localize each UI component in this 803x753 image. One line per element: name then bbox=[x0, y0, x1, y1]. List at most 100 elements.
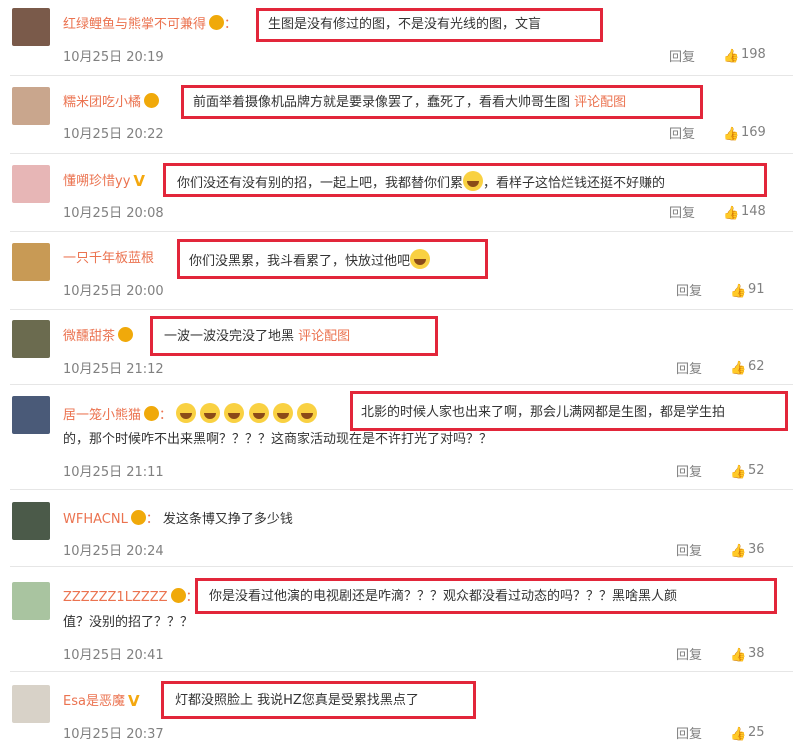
like-button[interactable]: 👍 91 bbox=[730, 282, 765, 299]
username-link[interactable]: Esa是恶魔 bbox=[63, 694, 125, 709]
comment-time: 10月25日 20:08 bbox=[63, 206, 164, 221]
avatar[interactable] bbox=[12, 165, 50, 203]
reply-button[interactable]: 回复 bbox=[676, 723, 702, 742]
thumbs-up-icon: 👍 bbox=[723, 49, 740, 64]
divider bbox=[10, 671, 793, 672]
like-button[interactable]: 👍 198 bbox=[723, 47, 766, 64]
comment-text-body: 前面举着摄像机品牌方就是要录像罢了，蠢死了，看看大帅哥生图 bbox=[193, 95, 571, 110]
sweat-emoji-icon bbox=[410, 249, 431, 269]
member-crown-icon bbox=[144, 93, 160, 108]
sweat-emoji-icon bbox=[463, 171, 484, 191]
like-count: 169 bbox=[741, 125, 766, 140]
comment-time: 10月25日 20:24 bbox=[63, 544, 164, 559]
avatar[interactable] bbox=[12, 502, 50, 540]
colon: ： bbox=[145, 512, 159, 527]
thumbs-up-icon: 👍 bbox=[730, 284, 747, 299]
comment-item: 糯米团吃小橘 前面举着摄像机品牌方就是要录像罢了，蠢死了，看看大帅哥生图 评论配… bbox=[0, 77, 803, 154]
laugh-emoji-icon bbox=[176, 403, 197, 423]
reply-button[interactable]: 回复 bbox=[676, 358, 702, 377]
like-count: 25 bbox=[748, 725, 765, 740]
like-count: 52 bbox=[748, 463, 765, 478]
comment-text: 生图是没有修过的图，不是没有光线的图，文盲 bbox=[268, 17, 542, 32]
like-button[interactable]: 👍 36 bbox=[730, 542, 765, 559]
comment-text: 你们没黑累，我斗看累了，快放过他吧 bbox=[189, 249, 431, 272]
thumbs-up-icon: 👍 bbox=[730, 727, 747, 742]
avatar[interactable] bbox=[12, 243, 50, 281]
laugh-emoji-icon bbox=[248, 403, 269, 423]
member-crown-icon bbox=[170, 588, 186, 603]
avatar[interactable] bbox=[12, 320, 50, 358]
username-link[interactable]: 一只千年板蓝根 bbox=[63, 251, 154, 266]
comment-text-body: 你们没还有没有别的招，一起上吧，我都替你们累 bbox=[177, 176, 464, 191]
like-count: 62 bbox=[748, 359, 765, 374]
reply-button[interactable]: 回复 bbox=[676, 461, 702, 480]
like-button[interactable]: 👍 38 bbox=[730, 646, 765, 663]
vip-v-icon: V bbox=[127, 692, 140, 710]
comment-text: 灯都没照脸上 我说HZ您真是受累找黑点了 bbox=[175, 693, 419, 708]
comment-item: ZZZZZZ1LZZZZ： 你是没看过他演的电视剧还是咋滴？？？观众都没看过动态… bbox=[0, 568, 803, 672]
comment-image-link[interactable]: 评论配图 bbox=[298, 329, 350, 344]
member-crown-icon bbox=[130, 510, 146, 525]
avatar[interactable] bbox=[12, 8, 50, 46]
like-count: 91 bbox=[748, 282, 765, 297]
comment-item: 居一笼小熊猫 ： 北影的时候人家也出来了啊，那会儿满网都是生图，都是学生拍 的，那… bbox=[0, 386, 803, 490]
thumbs-up-icon: 👍 bbox=[730, 648, 747, 663]
reply-button[interactable]: 回复 bbox=[669, 202, 695, 221]
comment-time: 10月25日 20:22 bbox=[63, 127, 164, 142]
username-line: 懂嗍珍惜yy V bbox=[63, 172, 145, 191]
member-crown-icon bbox=[118, 327, 134, 342]
like-button[interactable]: 👍 148 bbox=[723, 204, 766, 221]
avatar[interactable] bbox=[12, 582, 50, 620]
comment-text-tail: ，看样子这恰烂钱还挺不好赚的 bbox=[483, 176, 666, 191]
like-button[interactable]: 👍 169 bbox=[723, 125, 766, 142]
username-line: WFHACNL ：发这条博又挣了多少钱 bbox=[63, 510, 293, 529]
reply-button[interactable]: 回复 bbox=[676, 540, 702, 559]
reply-button[interactable]: 回复 bbox=[669, 123, 695, 142]
reply-button[interactable]: 回复 bbox=[669, 46, 695, 65]
comment-time: 10月25日 21:11 bbox=[63, 465, 164, 480]
like-button[interactable]: 👍 52 bbox=[730, 463, 765, 480]
comment-text: 北影的时候人家也出来了啊，那会儿满网都是生图，都是学生拍 bbox=[361, 405, 726, 420]
avatar[interactable] bbox=[12, 87, 50, 125]
comment-time: 10月25日 21:12 bbox=[63, 362, 164, 377]
divider bbox=[10, 489, 793, 490]
comment-text-line2: 的，那个时候咋不出来黑啊？？？？这商家活动现在是不许打光了对吗？？ bbox=[63, 432, 493, 447]
username-link[interactable]: WFHACNL bbox=[63, 512, 128, 527]
colon: ： bbox=[159, 408, 173, 423]
divider bbox=[10, 566, 793, 567]
username-link[interactable]: 糯米团吃小橘 bbox=[63, 95, 141, 110]
username-link[interactable]: 红绿鲤鱼与熊掌不可兼得 bbox=[63, 17, 206, 32]
like-button[interactable]: 👍 62 bbox=[730, 359, 765, 376]
comment-item: Esa是恶魔 V 灯都没照脸上 我说HZ您真是受累找黑点了 10月25日 20:3… bbox=[0, 673, 803, 753]
divider bbox=[10, 384, 793, 385]
username-line: 微醺甜茶 bbox=[63, 327, 134, 346]
comment-time: 10月25日 20:41 bbox=[63, 648, 164, 663]
username-line: 居一笼小熊猫 ： bbox=[63, 403, 317, 425]
comment-item: 懂嗍珍惜yy V 你们没还有没有别的招，一起上吧，我都替你们累 ，看样子这恰烂钱还挺… bbox=[0, 155, 803, 232]
colon: ： bbox=[224, 17, 238, 32]
avatar[interactable] bbox=[12, 685, 50, 723]
comment-item: WFHACNL ：发这条博又挣了多少钱 10月25日 20:24 回复 👍 36 bbox=[0, 491, 803, 567]
member-crown-icon bbox=[209, 15, 225, 30]
thumbs-up-icon: 👍 bbox=[730, 544, 747, 559]
like-count: 148 bbox=[741, 204, 766, 219]
thumbs-up-icon: 👍 bbox=[723, 206, 740, 221]
username-link[interactable]: 居一笼小熊猫 bbox=[63, 408, 141, 423]
divider bbox=[10, 309, 793, 310]
vip-v-icon: V bbox=[133, 172, 145, 190]
like-button[interactable]: 👍 25 bbox=[730, 725, 765, 742]
username-link[interactable]: 微醺甜茶 bbox=[63, 329, 115, 344]
username-line: Esa是恶魔 V bbox=[63, 692, 140, 711]
comment-text: 你是没看过他演的电视剧还是咋滴？？？观众都没看过动态的吗？？？黑啥黑人颜 bbox=[209, 589, 678, 604]
comment-image-link[interactable]: 评论配图 bbox=[574, 95, 626, 110]
comment-text: 一波一波没完没了地黑 评论配图 bbox=[164, 328, 350, 346]
username-link[interactable]: 懂嗍珍惜yy bbox=[63, 174, 130, 189]
comment-text-body: 你们没黑累，我斗看累了，快放过他吧 bbox=[189, 254, 411, 269]
reply-button[interactable]: 回复 bbox=[676, 644, 702, 663]
laugh-emoji-icon bbox=[224, 403, 245, 423]
username-link[interactable]: ZZZZZZ1LZZZZ bbox=[63, 590, 168, 605]
reply-button[interactable]: 回复 bbox=[676, 280, 702, 299]
avatar[interactable] bbox=[12, 396, 50, 434]
username-line: 一只千年板蓝根 bbox=[63, 250, 154, 268]
comment-text-line2: 值？没别的招了？？？ bbox=[63, 615, 194, 630]
